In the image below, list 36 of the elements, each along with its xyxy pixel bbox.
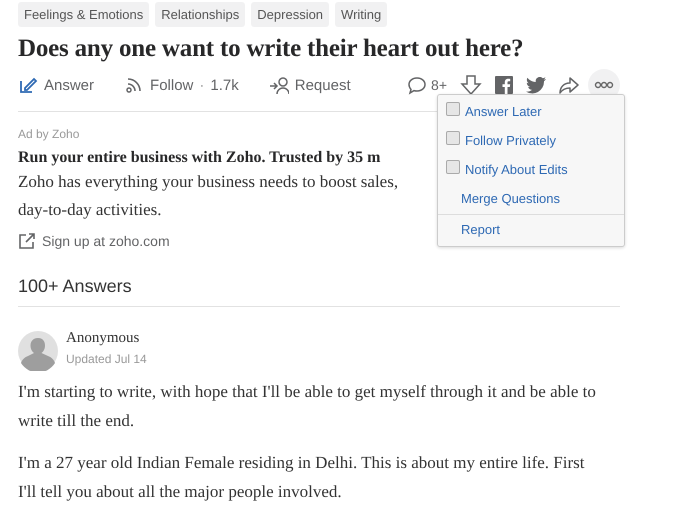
answer-button[interactable]: Answer	[18, 75, 94, 95]
request-button[interactable]: Request	[268, 75, 351, 95]
menu-item[interactable]: Answer Later	[438, 97, 624, 126]
add-person-icon	[268, 75, 289, 95]
comment-icon[interactable]	[407, 75, 428, 95]
external-link[interactable]: Sign up at zoho.com	[18, 232, 170, 250]
answer-text: I'm starting to write, with hope that I'll be able to get myself through it and be able to write till the end.	[18, 381, 597, 432]
answer-date: Updated Jul 14	[66, 352, 147, 366]
ellipsis-icon	[594, 81, 614, 89]
downvote-icon[interactable]	[460, 74, 482, 96]
topic-tag[interactable]: Writing	[335, 2, 388, 27]
answer-text: I'm a 27 year old Indian Female residing in Delhi. This is about my entire life. First I'll tell you about all the major people involved.	[18, 452, 586, 503]
ad-text: day-to-day activities.	[18, 199, 162, 221]
topic-tag[interactable]: Feelings & Emotions	[18, 2, 150, 27]
avatar-icon	[18, 331, 58, 371]
ad-label: Ad by Zoho	[18, 127, 80, 141]
checkbox[interactable]	[446, 130, 460, 144]
topic-tag[interactable]: Relationships	[155, 2, 246, 27]
topic-tag[interactable]: Depression	[251, 2, 330, 27]
author-name[interactable]: Anonymous	[66, 330, 147, 347]
share-icon[interactable]	[559, 76, 579, 94]
follow-button[interactable]: Follow · 1.7k	[124, 75, 239, 95]
checkbox[interactable]	[446, 102, 460, 116]
menu-item[interactable]: Merge Questions	[438, 184, 624, 213]
checkbox[interactable]	[446, 160, 460, 174]
twitter-icon[interactable]	[526, 76, 546, 94]
facebook-icon[interactable]	[495, 76, 513, 94]
comment-count: 8+	[431, 77, 447, 93]
menu-item[interactable]: Follow Privately	[438, 126, 624, 155]
menu-item[interactable]: Notify About Edits	[438, 155, 624, 184]
external-link-icon	[18, 232, 36, 250]
ad-text: Zoho has everything your business needs to boost sales,	[18, 171, 398, 193]
pencil-icon	[18, 75, 38, 95]
answers-heading: 100+ Answers	[18, 276, 620, 307]
ad-headline: Run your entire business with Zoho. Trusted by 35 m	[18, 149, 380, 167]
question-title: Does any one want to write their heart out here?	[18, 35, 524, 63]
